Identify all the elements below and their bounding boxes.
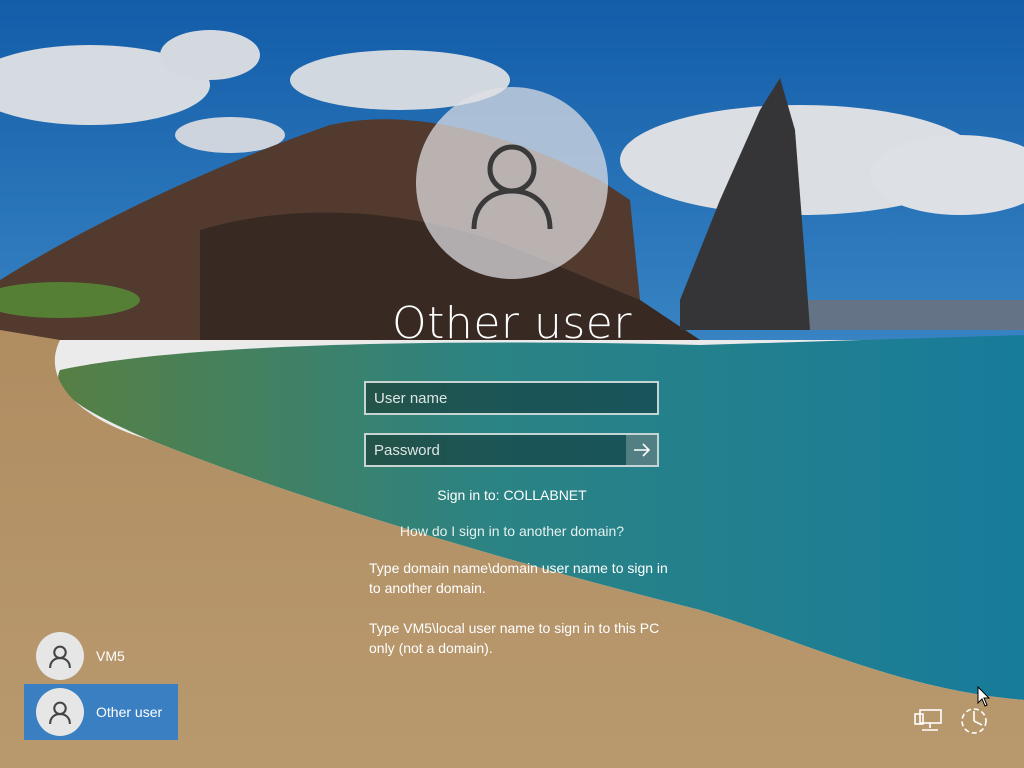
user-tile-label: VM5 bbox=[96, 648, 125, 664]
avatar bbox=[36, 688, 84, 736]
password-input[interactable] bbox=[366, 435, 628, 465]
mouse-cursor-icon bbox=[977, 686, 991, 707]
help-link[interactable]: How do I sign in to another domain? bbox=[0, 523, 1024, 539]
user-icon bbox=[471, 144, 553, 230]
ease-of-access-icon bbox=[961, 708, 987, 734]
user-icon bbox=[49, 701, 71, 725]
network-icon bbox=[914, 709, 942, 731]
submit-button[interactable] bbox=[626, 435, 657, 465]
page-title: Other user bbox=[392, 298, 632, 349]
avatar bbox=[36, 632, 84, 680]
username-input[interactable] bbox=[366, 383, 657, 413]
password-field[interactable] bbox=[364, 433, 659, 467]
ease-of-access-button[interactable] bbox=[957, 704, 991, 738]
sign-in-domain-text: Sign in to: COLLABNET bbox=[437, 487, 587, 503]
arrow-right-icon bbox=[633, 443, 650, 457]
user-tile-label: Other user bbox=[96, 704, 163, 720]
help-text-local: Type VM5\local user name to sign in to t… bbox=[369, 620, 660, 656]
user-tile-vm5[interactable]: VM5 bbox=[24, 628, 178, 684]
user-icon bbox=[49, 645, 71, 669]
network-button[interactable] bbox=[911, 704, 945, 738]
user-avatar bbox=[416, 87, 608, 279]
help-text-domain: Type domain name\domain user name to sig… bbox=[369, 560, 668, 596]
user-tile-other-user[interactable]: Other user bbox=[24, 684, 178, 740]
username-field[interactable] bbox=[364, 381, 659, 415]
